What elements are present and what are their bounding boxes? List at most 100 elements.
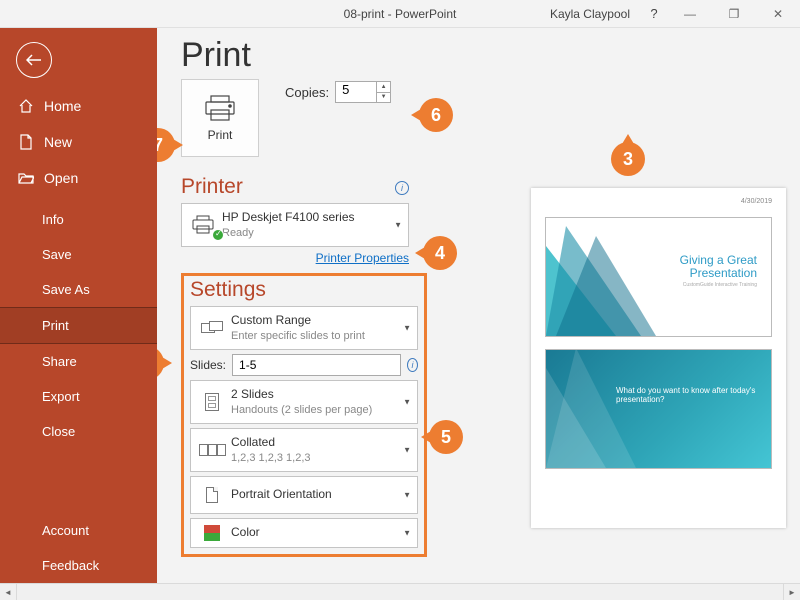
chevron-down-icon: ▼: [403, 398, 411, 407]
print-button-label: Print: [208, 128, 233, 142]
sidebar-item-label: Print: [42, 318, 69, 333]
sidebar-item-label: Open: [44, 170, 78, 186]
sidebar-item-label: Close: [42, 424, 75, 439]
new-icon: [18, 134, 34, 150]
sidebar-item-info[interactable]: Info: [0, 202, 157, 237]
sidebar-item-share[interactable]: Share: [0, 344, 157, 379]
chevron-down-icon: ▼: [403, 529, 411, 538]
scroll-left-button[interactable]: ◄: [0, 584, 17, 600]
sidebar-item-export[interactable]: Export: [0, 379, 157, 414]
copies-value: 5: [342, 82, 349, 97]
settings-section: Settings Custom Range Enter specific sli…: [181, 273, 427, 557]
orientation-title: Portrait Orientation: [231, 487, 397, 503]
callout-4: 4: [423, 236, 457, 270]
page-title: Print: [181, 36, 800, 75]
range-sub: Enter specific slides to print: [231, 329, 397, 343]
sidebar-item-saveas[interactable]: Save As: [0, 272, 157, 307]
callout-2: 2: [157, 346, 164, 380]
sidebar-item-close[interactable]: Close: [0, 414, 157, 449]
print-panel: Print Print Copies: 5 ▲▼ i Printer: [157, 28, 800, 583]
collate-icon: [199, 444, 226, 456]
chevron-down-icon: ▼: [403, 491, 411, 500]
slide1-sub: CustomGuide Interactive Training: [680, 282, 757, 288]
print-preview: 4/30/2019 Giving a Great Presentation Cu…: [531, 188, 786, 528]
slide2-text: What do you want to know after today's p…: [616, 386, 757, 404]
color-dropdown[interactable]: Color ▼: [190, 518, 418, 548]
scroll-right-button[interactable]: ►: [783, 584, 800, 600]
slides-input[interactable]: [232, 354, 401, 376]
sidebar-item-feedback[interactable]: Feedback: [0, 548, 157, 583]
back-button[interactable]: [16, 42, 52, 78]
portrait-icon: [206, 487, 218, 503]
sidebar-item-label: Home: [44, 98, 81, 114]
printer-status: Ready: [222, 226, 388, 240]
sidebar-item-label: Info: [42, 212, 64, 227]
sidebar-item-open[interactable]: Open: [0, 160, 157, 196]
document-title: 08-print - PowerPoint: [344, 7, 457, 21]
range-title: Custom Range: [231, 313, 397, 329]
copies-input[interactable]: 5 ▲▼: [335, 81, 391, 103]
info-icon[interactable]: i: [395, 181, 409, 195]
sidebar: Home New Open Info Save Save As Print Sh…: [0, 28, 157, 583]
sidebar-item-account[interactable]: Account: [0, 513, 157, 548]
copies-label: Copies:: [285, 85, 329, 100]
callout-3: 3: [611, 142, 645, 176]
color-icon: [204, 525, 220, 541]
two-slides-icon: [205, 393, 219, 411]
home-icon: [18, 98, 34, 114]
print-range-dropdown[interactable]: Custom Range Enter specific slides to pr…: [190, 306, 418, 350]
sidebar-item-home[interactable]: Home: [0, 88, 157, 124]
slides-range-icon: [201, 321, 223, 335]
orientation-dropdown[interactable]: Portrait Orientation ▼: [190, 476, 418, 514]
sidebar-item-print[interactable]: Print: [0, 307, 157, 344]
sidebar-item-label: Share: [42, 354, 77, 369]
close-button[interactable]: ✕: [758, 0, 798, 28]
collate-sub: 1,2,3 1,2,3 1,2,3: [231, 451, 397, 465]
printer-dropdown[interactable]: HP Deskjet F4100 series Ready ▼: [181, 203, 409, 247]
sidebar-item-save[interactable]: Save: [0, 237, 157, 272]
collate-dropdown[interactable]: Collated 1,2,3 1,2,3 1,2,3 ▼: [190, 428, 418, 472]
callout-7: 7: [157, 128, 175, 162]
chevron-down-icon: ▼: [394, 221, 402, 230]
chevron-down-icon: ▼: [403, 324, 411, 333]
titlebar: 08-print - PowerPoint Kayla Claypool ? —…: [0, 0, 800, 28]
printer-icon: [202, 94, 238, 122]
status-ready-icon: [212, 229, 224, 241]
layout-dropdown[interactable]: 2 Slides Handouts (2 slides per page) ▼: [190, 380, 418, 424]
printer-section-title: Printer: [181, 175, 417, 199]
chevron-down-icon: ▼: [403, 446, 411, 455]
color-title: Color: [231, 525, 397, 541]
callout-5: 5: [429, 420, 463, 454]
open-icon: [18, 170, 34, 186]
printer-properties-link[interactable]: Printer Properties: [181, 251, 409, 265]
collate-title: Collated: [231, 435, 397, 451]
spin-down[interactable]: ▼: [377, 93, 390, 103]
info-icon[interactable]: i: [407, 358, 418, 372]
callout-6: 6: [419, 98, 453, 132]
printer-name: HP Deskjet F4100 series: [222, 210, 388, 226]
help-button[interactable]: ?: [642, 6, 666, 21]
sidebar-item-label: Account: [42, 523, 89, 538]
sidebar-item-label: Save As: [42, 282, 90, 297]
sidebar-item-label: New: [44, 134, 72, 150]
print-button[interactable]: Print: [181, 79, 259, 157]
preview-slide-2: What do you want to know after today's p…: [545, 349, 772, 469]
settings-section-title: Settings: [190, 278, 418, 302]
slide-graphic: [546, 349, 666, 468]
layout-title: 2 Slides: [231, 387, 397, 403]
slide1-title-l2: Presentation: [680, 267, 757, 280]
spin-up[interactable]: ▲: [377, 82, 390, 93]
minimize-button[interactable]: —: [670, 0, 710, 28]
preview-slide-1: Giving a Great Presentation CustomGuide …: [545, 217, 772, 337]
layout-sub: Handouts (2 slides per page): [231, 403, 397, 417]
slides-label: Slides:: [190, 358, 226, 372]
copies-spinner[interactable]: ▲▼: [376, 82, 390, 102]
sidebar-item-label: Save: [42, 247, 72, 262]
preview-date: 4/30/2019: [545, 198, 772, 205]
restore-button[interactable]: ❐: [714, 0, 754, 28]
sidebar-item-label: Export: [42, 389, 80, 404]
horizontal-scrollbar[interactable]: ◄ ►: [0, 583, 800, 600]
user-name: Kayla Claypool: [550, 7, 630, 21]
sidebar-item-label: Feedback: [42, 558, 99, 573]
sidebar-item-new[interactable]: New: [0, 124, 157, 160]
